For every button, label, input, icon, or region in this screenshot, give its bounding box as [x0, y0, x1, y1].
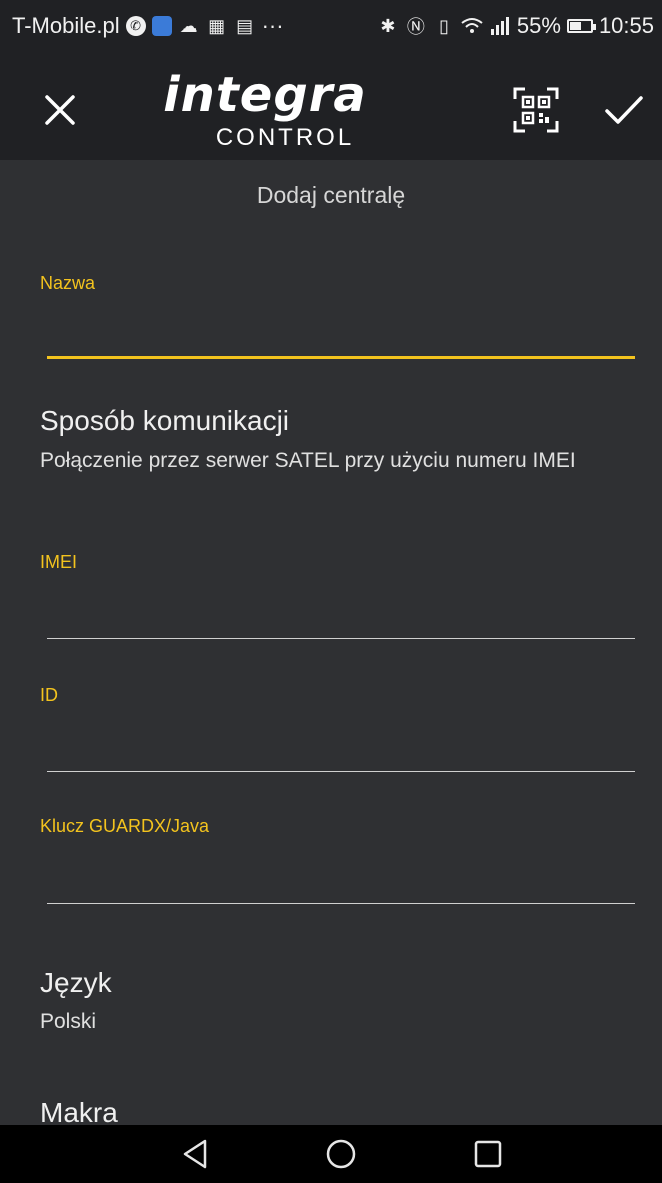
name-label: Nazwa — [40, 273, 96, 293]
app-toolbar: integra CONTROL — [0, 52, 662, 160]
imei-label: IMEI — [40, 552, 78, 572]
name-input-underline — [47, 356, 635, 359]
guardx-key-label: Klucz GUARDX/Java — [40, 816, 210, 836]
form-content: Dodaj centralę Nazwa Sposób komunikacji … — [0, 160, 662, 1125]
guardx-key-input-underline — [47, 903, 635, 904]
home-icon — [326, 1139, 356, 1169]
battery-percent: 55% — [516, 13, 561, 38]
qr-code-icon — [513, 87, 559, 133]
macros-title: Makra — [40, 1097, 118, 1125]
id-input[interactable] — [40, 720, 635, 770]
bluetooth-icon: ✱ — [380, 15, 396, 36]
home-button[interactable] — [321, 1134, 361, 1174]
nfc-icon: Ⓝ — [406, 17, 425, 37]
language-value: Polski — [40, 1010, 97, 1033]
recents-button[interactable] — [468, 1134, 508, 1174]
communication-method-value: Połączenie przez serwer SATEL przy użyci… — [40, 449, 576, 472]
wifi-icon — [461, 15, 483, 37]
more-notifications: ··· — [261, 13, 284, 38]
close-icon — [45, 95, 75, 125]
clock: 10:55 — [598, 13, 654, 38]
calculator-icon: ▦ — [208, 15, 226, 36]
cloud-icon: ☁ — [179, 15, 198, 36]
back-button[interactable] — [175, 1134, 215, 1174]
system-navigation-bar — [0, 1125, 662, 1183]
page-title: Dodaj centralę — [256, 182, 406, 208]
battery-icon — [566, 19, 596, 33]
battery-level — [569, 22, 581, 30]
logo-wordmark: integra — [163, 67, 367, 123]
communication-method-title: Sposób komunikacji — [40, 405, 290, 436]
name-input[interactable] — [40, 306, 635, 356]
messenger-icon — [151, 16, 172, 36]
carrier-label: T-Mobile.pl — [12, 13, 120, 38]
guardx-key-input[interactable] — [40, 852, 635, 902]
imei-input-underline — [47, 638, 635, 639]
status-right: ✱ Ⓝ ▯ 55% 10:55 — [377, 13, 654, 39]
close-button[interactable] — [34, 84, 86, 136]
confirm-button[interactable] — [596, 82, 652, 138]
app-icon: ✆ — [125, 16, 146, 36]
checkmark-icon — [605, 96, 643, 124]
language-title: Język — [40, 967, 112, 998]
logo-subtitle: CONTROL — [215, 124, 355, 151]
vibrate-icon: ▯ — [438, 15, 449, 36]
imei-input[interactable] — [40, 588, 635, 638]
scan-qr-button[interactable] — [508, 82, 564, 138]
back-icon — [183, 1139, 207, 1169]
id-input-underline — [47, 771, 635, 772]
app-logo: integra CONTROL — [130, 67, 400, 151]
id-label: ID — [40, 685, 58, 705]
recents-icon — [474, 1140, 502, 1168]
status-bar: T-Mobile.pl ✆ ☁ ▦ ▤ ··· ✱ Ⓝ ▯ 55% 10:55 — [0, 0, 662, 52]
status-left: T-Mobile.pl ✆ ☁ ▦ ▤ ··· — [12, 13, 284, 39]
message-icon: ▤ — [236, 15, 254, 36]
signal-icon — [489, 15, 511, 37]
